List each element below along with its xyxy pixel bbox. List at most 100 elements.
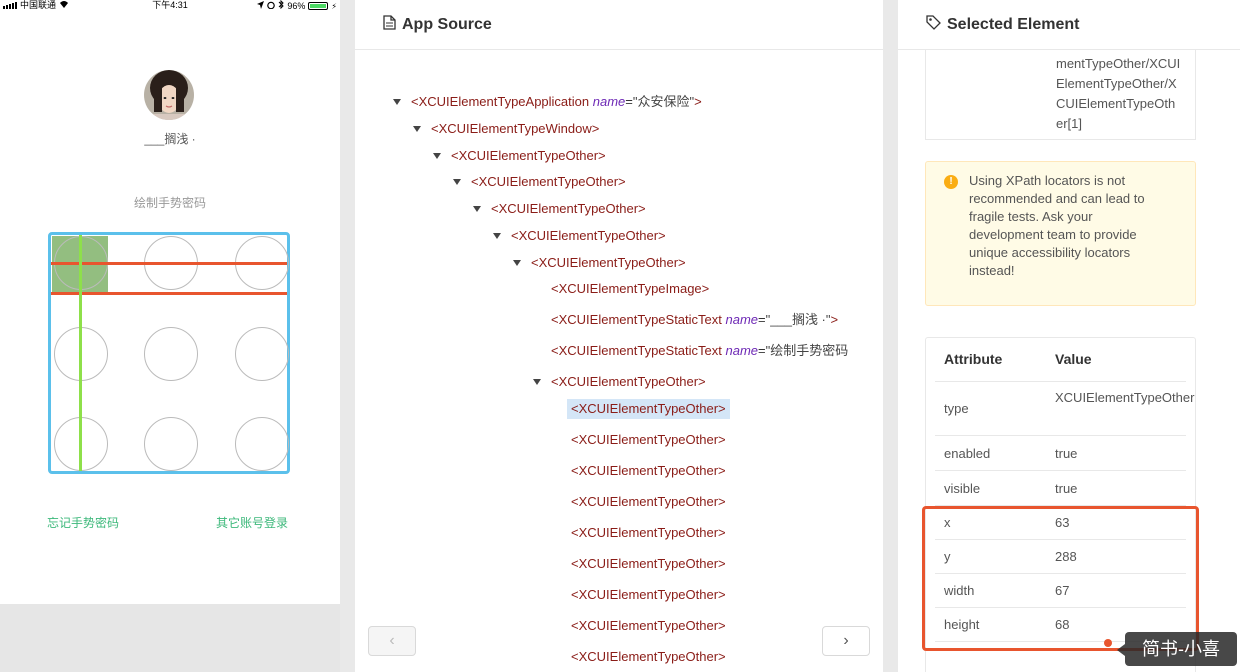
attribute-key: enabled bbox=[944, 445, 991, 461]
source-node[interactable]: <XCUIElementTypeOther> bbox=[493, 226, 666, 246]
node-tag: <XCUIElementTypeOther> bbox=[571, 401, 726, 416]
attribute-key: visible bbox=[944, 480, 981, 496]
attribute-value[interactable]: true bbox=[1055, 444, 1180, 464]
battery-fill bbox=[310, 4, 326, 8]
guide-line-vertical bbox=[79, 235, 82, 471]
expand-caret-icon[interactable] bbox=[393, 99, 401, 105]
expand-caret-icon[interactable] bbox=[413, 126, 421, 132]
node-tag: <XCUIElementTypeStaticText bbox=[551, 312, 722, 327]
node-attr-value: "___搁浅 ·" bbox=[765, 312, 831, 327]
node-equals: = bbox=[625, 94, 633, 109]
expand-caret-icon[interactable] bbox=[473, 206, 481, 212]
gesture-dot-5[interactable] bbox=[144, 327, 198, 381]
source-node[interactable]: <XCUIElementTypeStaticText name="___搁浅 ·… bbox=[551, 310, 838, 330]
node-tag: <XCUIElementTypeOther> bbox=[571, 432, 726, 447]
node-tag: <XCUIElementTypeOther> bbox=[531, 255, 686, 270]
selected-element-header: Selected Element bbox=[898, 0, 1240, 50]
expand-caret-icon[interactable] bbox=[453, 179, 461, 185]
source-node[interactable]: <XCUIElementTypeOther> bbox=[571, 585, 726, 605]
attribute-key: type bbox=[944, 401, 969, 416]
forgot-gesture-link[interactable]: 忘记手势密码 bbox=[47, 514, 119, 531]
attribute-row-visible: visible true bbox=[935, 471, 1186, 506]
location-icon bbox=[257, 0, 265, 12]
node-tag: <XCUIElementTypeOther> bbox=[571, 525, 726, 540]
status-bar: 中国联通 下午4:31 96% ⚡ bbox=[0, 0, 340, 12]
selected-element-title: Selected Element bbox=[947, 15, 1080, 33]
node-tag: <XCUIElementTypeOther> bbox=[571, 649, 726, 664]
source-tree: <XCUIElementTypeApplication name="众安保险">… bbox=[355, 50, 867, 672]
app-source-panel: App Source <XCUIElementTypeApplication n… bbox=[355, 0, 883, 672]
node-attr-value: "绘制手势密码 bbox=[765, 343, 849, 358]
source-node[interactable]: <XCUIElementTypeImage> bbox=[551, 279, 709, 299]
node-equals: = bbox=[758, 343, 766, 358]
bluetooth-icon bbox=[278, 0, 285, 12]
source-node[interactable]: <XCUIElementTypeOther> bbox=[533, 372, 706, 392]
source-node[interactable]: <XCUIElementTypeApplication name="众安保险"> bbox=[393, 92, 702, 112]
node-tag: <XCUIElementTypeOther> bbox=[571, 494, 726, 509]
attribute-row-type: type XCUIElementTypeOther bbox=[935, 382, 1194, 436]
xpath-box: mentTypeOther/XCUIElementTypeOther/XCUIE… bbox=[925, 50, 1196, 140]
signal-icon bbox=[3, 2, 17, 9]
battery-percent: 96% bbox=[287, 0, 306, 11]
node-close: > bbox=[830, 312, 839, 327]
source-node[interactable]: <XCUIElementTypeOther> bbox=[571, 461, 726, 481]
source-node[interactable]: <XCUIElementTypeStaticText name="绘制手势密码 bbox=[551, 341, 848, 361]
gesture-dot-9[interactable] bbox=[235, 417, 289, 471]
node-attr-name: name bbox=[725, 343, 759, 358]
prev-button[interactable]: ‹ bbox=[368, 626, 416, 656]
node-close: > bbox=[694, 94, 702, 109]
alarm-icon bbox=[267, 1, 276, 12]
attribute-highlight-box bbox=[922, 506, 1199, 651]
next-button[interactable]: › bbox=[822, 626, 870, 656]
node-tag: <XCUIElementTypeOther> bbox=[511, 228, 666, 243]
username: ___搁浅 · bbox=[144, 132, 196, 146]
gesture-dot-8[interactable] bbox=[144, 417, 198, 471]
attribute-value[interactable]: XCUIElementTypeOther bbox=[1055, 388, 1194, 408]
battery-icon bbox=[308, 2, 329, 10]
status-left: 中国联通 bbox=[3, 0, 69, 11]
expand-caret-icon[interactable] bbox=[513, 260, 521, 266]
source-node[interactable]: <XCUIElementTypeOther> bbox=[571, 523, 726, 543]
header-value: Value bbox=[1055, 351, 1092, 367]
node-tag: <XCUIElementTypeOther> bbox=[571, 556, 726, 571]
expand-caret-icon[interactable] bbox=[493, 233, 501, 239]
attribute-value[interactable]: true bbox=[1055, 479, 1180, 499]
annotation-dot bbox=[1104, 639, 1112, 647]
source-node[interactable]: <XCUIElementTypeOther> bbox=[453, 172, 626, 192]
gesture-title: 绘制手势密码 bbox=[133, 196, 206, 210]
app-source-header: App Source bbox=[355, 0, 883, 50]
watermark-pointer bbox=[1117, 644, 1125, 656]
warning-text: Using XPath locators is not recommended … bbox=[969, 173, 1145, 278]
phone-bottom-area bbox=[0, 604, 340, 672]
source-node[interactable]: <XCUIElementTypeOther> bbox=[473, 199, 646, 219]
xpath-warning: ! Using XPath locators is not recommende… bbox=[925, 161, 1196, 306]
other-account-login-link[interactable]: 其它账号登录 bbox=[216, 514, 288, 531]
node-tag: <XCUIElementTypeOther> bbox=[571, 587, 726, 602]
wifi-icon bbox=[59, 0, 69, 11]
gesture-grid[interactable] bbox=[48, 232, 290, 474]
source-node[interactable]: <XCUIElementTypeOther> bbox=[571, 647, 726, 667]
expand-caret-icon[interactable] bbox=[433, 153, 441, 159]
node-tag: <XCUIElementTypeOther> bbox=[451, 148, 606, 163]
node-tag: <XCUIElementTypeOther> bbox=[551, 374, 706, 389]
watermark: 简书-小喜 bbox=[1125, 632, 1237, 666]
source-node[interactable]: <XCUIElementTypeWindow> bbox=[413, 119, 599, 139]
expand-caret-icon[interactable] bbox=[533, 379, 541, 385]
warning-icon: ! bbox=[944, 175, 958, 189]
gesture-dot-6[interactable] bbox=[235, 327, 289, 381]
node-tag: <XCUIElementTypeApplication bbox=[411, 94, 590, 109]
source-node[interactable]: <XCUIElementTypeOther> bbox=[571, 492, 726, 512]
source-node[interactable]: <XCUIElementTypeOther> bbox=[433, 146, 606, 166]
node-equals: = bbox=[758, 312, 766, 327]
attribute-table-header: Attribute Value bbox=[935, 338, 1186, 382]
source-node[interactable]: <XCUIElementTypeOther> bbox=[513, 253, 686, 273]
node-attr-name: name bbox=[592, 94, 626, 109]
source-node[interactable]: <XCUIElementTypeOther> bbox=[567, 399, 730, 419]
xpath-value[interactable]: mentTypeOther/XCUIElementTypeOther/XCUIE… bbox=[1056, 54, 1181, 134]
source-node[interactable]: <XCUIElementTypeOther> bbox=[571, 616, 726, 636]
node-tag: <XCUIElementTypeOther> bbox=[471, 174, 626, 189]
source-node[interactable]: <XCUIElementTypeOther> bbox=[571, 430, 726, 450]
node-tag: <XCUIElementTypeOther> bbox=[571, 618, 726, 633]
source-node[interactable]: <XCUIElementTypeOther> bbox=[571, 554, 726, 574]
node-tag: <XCUIElementTypeStaticText bbox=[551, 343, 722, 358]
